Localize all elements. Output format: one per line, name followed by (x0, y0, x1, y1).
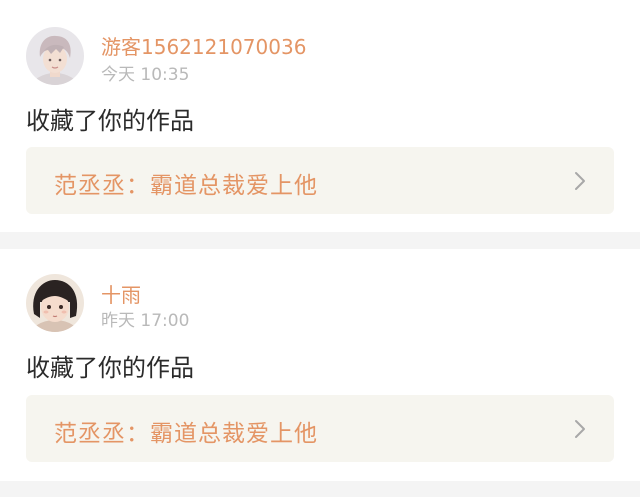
chevron-right-icon (575, 420, 585, 438)
action-text: 收藏了你的作品 (26, 107, 194, 135)
notification-card: 十雨 昨天 17:00 收藏了你的作品 范丞丞：霸道总裁爱上他 (0, 249, 640, 481)
work-title: 范丞丞：霸道总裁爱上他 (54, 421, 318, 447)
work-link[interactable]: 范丞丞：霸道总裁爱上他 (26, 395, 614, 462)
avatar-boy-icon (26, 27, 84, 85)
work-link[interactable]: 范丞丞：霸道总裁爱上他 (26, 147, 614, 214)
avatar-girl-icon (26, 274, 84, 332)
action-text: 收藏了你的作品 (26, 354, 194, 382)
user-avatar[interactable] (26, 27, 84, 85)
notification-feed: 游客1562121070036 今天 10:35 收藏了你的作品 范丞丞：霸道总… (0, 0, 640, 497)
work-title: 范丞丞：霸道总裁爱上他 (54, 173, 318, 199)
timestamp: 今天 10:35 (101, 65, 190, 85)
user-avatar[interactable] (26, 274, 84, 332)
chevron-right-icon (575, 172, 585, 190)
notification-card: 游客1562121070036 今天 10:35 收藏了你的作品 范丞丞：霸道总… (0, 0, 640, 232)
username[interactable]: 十雨 (101, 279, 141, 308)
username[interactable]: 游客1562121070036 (101, 31, 306, 60)
timestamp: 昨天 17:00 (101, 311, 190, 331)
